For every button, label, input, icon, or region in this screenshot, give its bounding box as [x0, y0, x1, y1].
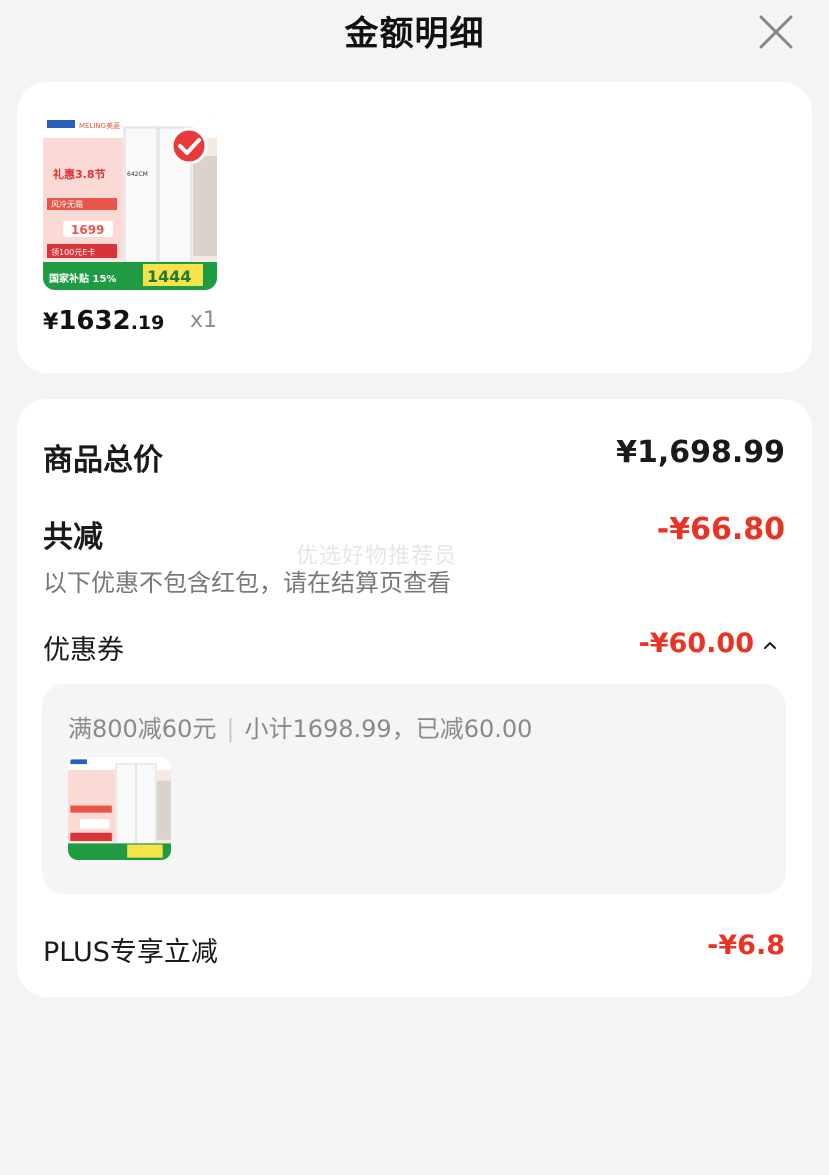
total-reduction-value: -¥66.80: [656, 512, 785, 547]
coupon-toggle[interactable]: [762, 637, 778, 649]
refrigerator-product-image: MELING美菱 礼惠3.8节 风冷无霜 1699 642CM 领100元E卡 …: [43, 116, 217, 290]
price-integer: 1632: [58, 306, 131, 336]
watermark: 优选好物推荐员: [296, 544, 458, 569]
refrigerator-thumbnail-image: [68, 757, 171, 860]
close-icon: [759, 15, 793, 49]
svg-text:642CM: 642CM: [127, 171, 148, 178]
coupon-label: 优惠券: [43, 635, 124, 666]
coupon-rule: 满800减60元: [68, 715, 217, 743]
chevron-up-icon: [764, 642, 776, 649]
svg-text:MELING美菱: MELING美菱: [79, 121, 120, 130]
svg-text:国家补贴 15%: 国家补贴 15%: [49, 272, 116, 285]
svg-text:1444: 1444: [147, 267, 192, 286]
price-currency: ¥: [43, 310, 59, 335]
coupon-calc: 小计1698.99，已减60.00: [244, 715, 533, 743]
page-title: 金额明细: [344, 14, 485, 54]
svg-text:礼惠3.8节: 礼惠3.8节: [53, 167, 106, 181]
total-price-label: 商品总价: [43, 443, 163, 478]
svg-text:领100元E卡: 领100元E卡: [51, 247, 95, 257]
plus-discount-label: PLUS专享立减: [43, 937, 218, 968]
product-quantity: x1: [190, 308, 218, 333]
header: 金额明细: [0, 0, 829, 62]
close-button[interactable]: [756, 12, 796, 52]
plus-discount-value: -¥6.8: [707, 930, 785, 961]
price-decimal: .19: [130, 312, 165, 334]
coupon-product-image[interactable]: [68, 757, 171, 860]
product-price: ¥1632.19: [43, 306, 164, 336]
total-reduction-label: 共减: [43, 520, 103, 555]
coupon-detail-line: 满800减60元 | 小计1698.99，已减60.00: [68, 709, 532, 744]
product-card: MELING美菱 礼惠3.8节 风冷无霜 1699 642CM 领100元E卡 …: [17, 82, 812, 373]
product-image[interactable]: MELING美菱 礼惠3.8节 风冷无霜 1699 642CM 领100元E卡 …: [43, 116, 217, 290]
coupon-value[interactable]: -¥60.00: [639, 628, 754, 659]
total-price-value: ¥1,698.99: [616, 435, 785, 470]
svg-text:1699: 1699: [71, 223, 104, 237]
svg-text:风冷无霜: 风冷无霜: [51, 199, 83, 209]
coupon-separator: |: [226, 715, 235, 743]
